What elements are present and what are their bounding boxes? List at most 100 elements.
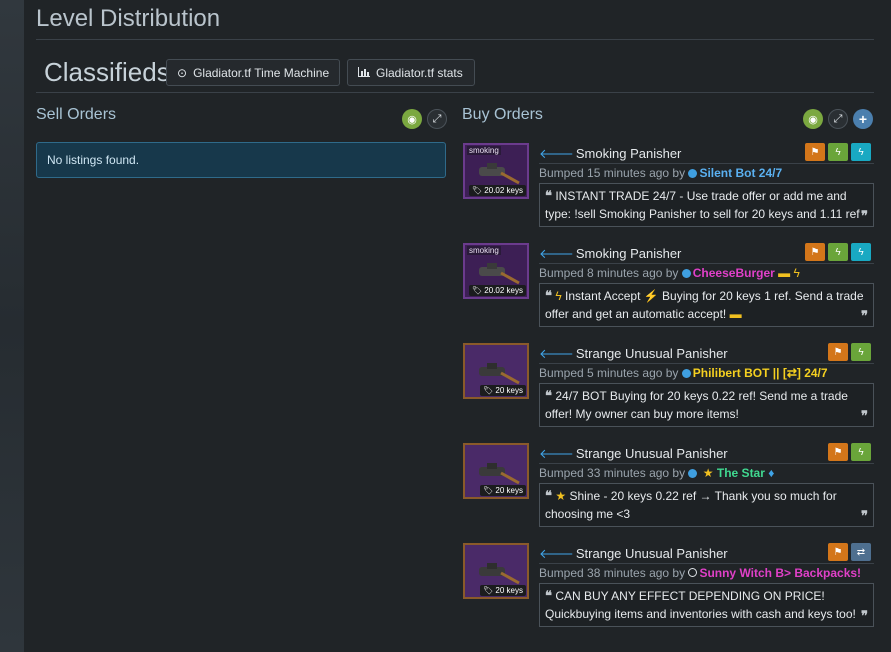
item-thumbnail[interactable]: 🏷 20 keys (463, 543, 529, 599)
listing-item: smoking 🏷 20.02 keys 🡐 Smoking Panisher ⚑… (463, 243, 874, 333)
listing-item: 🏷 20 keys 🡐 Strange Unusual Panisher ⚑ ⇄ … (463, 543, 874, 633)
lightning-icon: ϟ (793, 266, 800, 280)
main-panel: Level Distribution Classifieds ⊙ Gladiat… (24, 0, 891, 652)
lightning-icon: ϟ (835, 246, 841, 258)
time-machine-button[interactable]: ⊙ Gladiator.tf Time Machine (166, 59, 340, 86)
expand-icon: ⤢ (833, 112, 843, 125)
swap-icon: ⇄ (856, 546, 866, 558)
username-link[interactable]: Sunny Witch B> Backpacks! (699, 566, 861, 580)
time-machine-label: Gladiator.tf Time Machine (193, 65, 330, 80)
username-link[interactable]: Philibert BOT || [⇄] 24/7 (693, 366, 828, 380)
listing-message: ❝ ϟ Instant Accept ⚡ Buying for 20 keys … (539, 283, 874, 327)
report-button[interactable]: ⚑ (828, 543, 848, 561)
expand-icon: ⤢ (432, 112, 442, 125)
burger-icon: ▬ (778, 266, 791, 280)
instant-trade-button[interactable]: ϟ (851, 343, 871, 361)
sell-orders-title: Sell Orders (36, 106, 117, 123)
stats-label: Gladiator.tf stats (376, 65, 463, 80)
tag-icon: 🏷 (483, 386, 494, 395)
clock-icon: ⊙ (177, 65, 188, 80)
divider (539, 563, 874, 564)
expand-button[interactable]: ⤢ (828, 109, 848, 129)
lightning-icon: ϟ (858, 446, 864, 458)
arrow-left-icon: 🡐 (539, 146, 574, 161)
add-listing-button[interactable]: + (853, 109, 873, 129)
negotiate-button[interactable]: ⇄ (851, 543, 871, 561)
quote-icon: ❞ (861, 608, 868, 623)
stats-button[interactable]: Gladiator.tf stats (347, 59, 475, 86)
instant-trade-button[interactable]: ϟ (828, 243, 848, 261)
tag-icon: 🏷 (483, 586, 494, 595)
instant-trade-button[interactable]: ϟ (851, 443, 871, 461)
arrow-left-icon: 🡐 (539, 246, 574, 261)
flag-icon: ⚑ (810, 146, 820, 158)
quote-icon: ❝ (545, 388, 552, 403)
panisher-image (479, 563, 520, 585)
expand-button[interactable]: ⤢ (427, 109, 447, 129)
listing-actions: ⚑ ⇄ (828, 543, 871, 561)
listing-title[interactable]: 🡐 Smoking Panisher (539, 246, 681, 262)
listing-title[interactable]: 🡐 Strange Unusual Panisher (539, 546, 728, 562)
lightning-icon: ϟ (835, 146, 841, 158)
divider (539, 463, 874, 464)
quote-icon: ❞ (861, 308, 868, 323)
quote-icon: ❝ (545, 588, 552, 603)
item-effect-tag: smoking (467, 146, 501, 155)
classifieds-title: Classifieds (44, 57, 170, 87)
left-edge-bar (0, 0, 24, 652)
item-thumbnail[interactable]: smoking 🏷 20.02 keys (463, 143, 529, 199)
arrow-left-icon: 🡐 (539, 446, 574, 461)
arrow-left-icon: 🡐 (539, 546, 574, 561)
quote-icon: ❝ (545, 488, 552, 503)
listing-item: 🏷 20 keys 🡐 Strange Unusual Panisher ⚑ ϟ … (463, 343, 874, 433)
online-status-dot (688, 469, 698, 478)
username-link[interactable]: The Star (717, 466, 765, 480)
lightning-icon: ϟ (858, 146, 864, 158)
arrow-left-icon: 🡐 (539, 346, 574, 361)
eye-slash-icon: ◉ (407, 113, 417, 126)
listing-actions: ⚑ ϟ (828, 443, 871, 461)
instant-trade-button[interactable]: ϟ (828, 143, 848, 161)
buy-orders-title: Buy Orders (462, 106, 543, 123)
droplet-icon: ♦ (768, 466, 775, 480)
panisher-image (479, 463, 520, 485)
listing-message: ❝ CAN BUY ANY EFFECT DEPENDING ON PRICE!… (539, 583, 874, 627)
listing-title[interactable]: 🡐 Strange Unusual Panisher (539, 446, 728, 462)
item-effect-tag: smoking (467, 246, 501, 255)
item-price: 🏷 20 keys (480, 485, 526, 496)
send-offer-button[interactable]: ϟ (851, 243, 871, 261)
flag-icon: ⚑ (810, 246, 820, 258)
flag-icon: ⚑ (833, 446, 843, 458)
online-status-dot (688, 169, 698, 178)
listing-actions: ⚑ ϟ ϟ (805, 143, 871, 161)
lightning-icon: ϟ (555, 289, 562, 303)
tag-icon: 🏷 (483, 486, 494, 495)
offline-status-ring (688, 568, 698, 577)
star-icon: ★ (702, 466, 714, 480)
bumped-info: Bumped 15 minutes ago by Silent Bot 24/7 (539, 166, 783, 180)
listing-message: ❝ ★ Shine - 20 keys 0.22 ref → Thank you… (539, 483, 874, 527)
username-link[interactable]: Silent Bot 24/7 (699, 166, 782, 180)
listing-title[interactable]: 🡐 Smoking Panisher (539, 146, 681, 162)
report-button[interactable]: ⚑ (828, 443, 848, 461)
eye-slash-icon: ◉ (808, 113, 818, 126)
toggle-visibility-button[interactable]: ◉ (402, 109, 422, 129)
item-thumbnail[interactable]: 🏷 20 keys (463, 443, 529, 499)
item-thumbnail[interactable]: smoking 🏷 20.02 keys (463, 243, 529, 299)
lightning-icon: ϟ (858, 346, 864, 358)
username-link[interactable]: CheeseBurger (693, 266, 775, 280)
listing-title[interactable]: 🡐 Strange Unusual Panisher (539, 346, 728, 362)
report-button[interactable]: ⚑ (805, 243, 825, 261)
divider (539, 163, 874, 164)
listing-actions: ⚑ ϟ (828, 343, 871, 361)
toggle-visibility-button[interactable]: ◉ (803, 109, 823, 129)
report-button[interactable]: ⚑ (828, 343, 848, 361)
burger-icon: ▬ (729, 307, 742, 321)
item-thumbnail[interactable]: 🏷 20 keys (463, 343, 529, 399)
report-button[interactable]: ⚑ (805, 143, 825, 161)
send-offer-button[interactable]: ϟ (851, 143, 871, 161)
online-status-dot (681, 269, 691, 278)
item-price: 🏷 20 keys (480, 385, 526, 396)
quote-icon: ❝ (545, 188, 552, 203)
panisher-image (479, 163, 520, 185)
